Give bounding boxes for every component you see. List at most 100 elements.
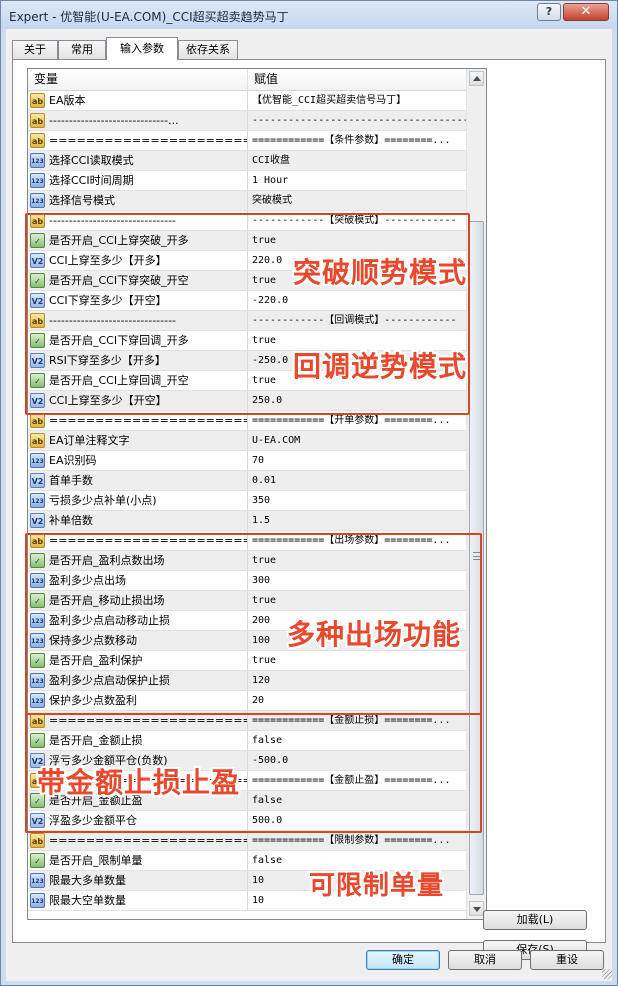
reset-button[interactable]: 重设 [530,950,604,970]
parameter-value[interactable]: U-EA.COM [248,431,466,450]
parameter-value[interactable]: 350 [248,491,466,510]
cancel-button[interactable]: 取消 [448,950,522,970]
parameter-row[interactable]: 123 盈利多少点出场 300 [28,571,466,591]
parameter-value[interactable]: ------------【突破模式】------------ [248,211,466,230]
parameter-value[interactable]: 1.5 [248,511,466,530]
parameter-name-cell: 123 保护多少点数盈利 [28,691,248,710]
parameter-value[interactable]: 20 [248,691,466,710]
param-type-f-icon: ✓ [30,333,45,348]
parameter-value[interactable]: 70 [248,451,466,470]
parameter-row[interactable]: ab ======================================… [28,711,466,731]
parameter-name: 是否开启_CCI下穿突破_开空 [49,274,189,287]
parameter-row[interactable]: ab EA版本 【优智能_CCI超买超卖信号马丁】 [28,91,466,111]
parameter-value[interactable]: 1 Hour [248,171,466,190]
parameter-row[interactable]: V2 CCI下穿至多少【开空】 -220.0 [28,291,466,311]
parameter-value[interactable]: ============【开单参数】========... [248,411,466,430]
parameter-value[interactable]: 120 [248,671,466,690]
vertical-scrollbar[interactable] [466,69,486,919]
parameter-row[interactable]: ab EA订单注释文字 U-EA.COM [28,431,466,451]
parameter-value[interactable]: 500.0 [248,811,466,830]
param-type-v-icon: V2 [30,513,45,528]
parameter-row[interactable]: V2 浮盈多少金额平仓 500.0 [28,811,466,831]
parameter-row[interactable]: ab ======================================… [28,531,466,551]
tab-common[interactable]: 常用 [58,40,106,59]
parameter-name-cell: V2 CCI上穿至多少【开空】 [28,391,248,410]
parameter-value[interactable]: 300 [248,571,466,590]
parameter-row[interactable]: V2 CCI上穿至多少【开空】 250.0 [28,391,466,411]
parameter-value[interactable]: ============【条件参数】========... [248,131,466,150]
parameter-value[interactable]: 突破模式 [248,191,466,210]
parameter-name-cell: ✓ 是否开启_CCI下穿突破_开空 [28,271,248,290]
annotation-limit: 可限制单量 [309,871,445,901]
parameter-name: EA订单注释文字 [49,434,130,447]
close-button[interactable]: ✕ [563,3,609,21]
parameter-row[interactable]: 123 EA识别码 70 [28,451,466,471]
tab-dependencies[interactable]: 依存关系 [178,40,238,59]
parameter-row[interactable]: 123 选择信号模式 突破模式 [28,191,466,211]
annotation-money: 带金额止损止盈 [37,766,241,799]
parameter-name-cell: ✓ 是否开启_CCI上穿突破_开多 [28,231,248,250]
parameter-row[interactable]: ab ------------------------------... -----… [28,111,466,131]
param-type-n-icon: 123 [30,613,45,628]
resize-grip-icon[interactable] [602,969,612,979]
parameter-value[interactable]: true [248,231,466,250]
tab-about[interactable]: 关于 [12,40,58,59]
tab-inputs[interactable]: 输入参数 [106,37,178,60]
parameter-value[interactable]: 【优智能_CCI超买超卖信号马丁】 [248,91,466,110]
parameter-row[interactable]: ab ======================================… [28,411,466,431]
parameter-value[interactable]: ============【金额止盈】========... [248,771,466,790]
parameter-row[interactable]: 123 选择CCI时间周期 1 Hour [28,171,466,191]
parameter-row[interactable]: 123 保护多少点数盈利 20 [28,691,466,711]
param-type-ab-icon: ab [30,833,45,848]
parameter-row[interactable]: V2 首单手数 0.01 [28,471,466,491]
parameter-row[interactable]: ✓ 是否开启_金额止损 false [28,731,466,751]
parameter-value[interactable]: ============【金额止损】========... [248,711,466,730]
parameter-row[interactable]: ✓ 是否开启_盈利点数出场 true [28,551,466,571]
parameter-row[interactable]: ✓ 是否开启_CCI上穿突破_开多 true [28,231,466,251]
param-type-n-icon: 123 [30,633,45,648]
parameter-value[interactable]: false [248,791,466,810]
parameter-row[interactable]: ✓ 是否开启_移动止损出场 true [28,591,466,611]
parameter-value[interactable]: true [248,651,466,670]
parameter-name: 限最大空单数量 [49,894,126,907]
parameter-name-cell: V2 首单手数 [28,471,248,490]
parameter-name-cell: 123 限最大空单数量 [28,891,248,910]
parameter-name: 保持多少点数移动 [49,634,137,647]
parameter-row[interactable]: ab -------------------------------- ------… [28,211,466,231]
parameter-value[interactable]: false [248,731,466,750]
parameter-name-cell: 123 盈利多少点启动保护止损 [28,671,248,690]
parameter-value[interactable]: ============【出场参数】========... [248,531,466,550]
parameter-name: 选择CCI时间周期 [49,174,134,187]
parameter-row[interactable]: ✓ 是否开启_盈利保护 true [28,651,466,671]
parameter-value[interactable]: -500.0 [248,751,466,770]
annotation-exits: 多种出场功能 [287,618,462,651]
parameter-row[interactable]: 123 选择CCI读取模式 CCI收盘 [28,151,466,171]
scroll-down-icon[interactable] [469,901,484,916]
column-header-value[interactable]: 赋值 [248,69,466,90]
parameter-row[interactable]: 123 亏损多少点补单(小点) 350 [28,491,466,511]
scroll-up-icon[interactable] [469,71,484,86]
title-bar[interactable]: Expert - 优智能(U-EA.COM)_CCI超买超卖趋势马丁 ? ✕ [1,1,617,29]
param-type-ab-icon: ab [30,113,45,128]
parameter-value[interactable]: true [248,591,466,610]
load-button[interactable]: 加载(L) [483,910,587,930]
column-header-variable[interactable]: 变量 [28,69,248,90]
parameter-value[interactable]: ------------------------------------... [248,111,466,130]
parameter-row[interactable]: ab ======================================… [28,131,466,151]
parameter-row[interactable]: 123 盈利多少点启动保护止损 120 [28,671,466,691]
parameter-name-cell: V2 CCI上穿至多少【开多】 [28,251,248,270]
parameter-value[interactable]: ============【限制参数】========... [248,831,466,850]
parameter-row[interactable]: V2 补单倍数 1.5 [28,511,466,531]
parameter-row[interactable]: ab -------------------------------- ------… [28,311,466,331]
parameter-value[interactable]: true [248,551,466,570]
help-button[interactable]: ? [537,3,561,21]
parameter-value[interactable]: 250.0 [248,391,466,410]
scroll-thumb[interactable] [469,221,484,895]
ok-button[interactable]: 确定 [366,950,440,970]
parameter-row[interactable]: ab ======================================… [28,831,466,851]
parameter-value[interactable]: ------------【回调模式】------------ [248,311,466,330]
parameter-value[interactable]: -220.0 [248,291,466,310]
parameter-value[interactable]: 0.01 [248,471,466,490]
parameter-name-cell: V2 补单倍数 [28,511,248,530]
parameter-value[interactable]: CCI收盘 [248,151,466,170]
